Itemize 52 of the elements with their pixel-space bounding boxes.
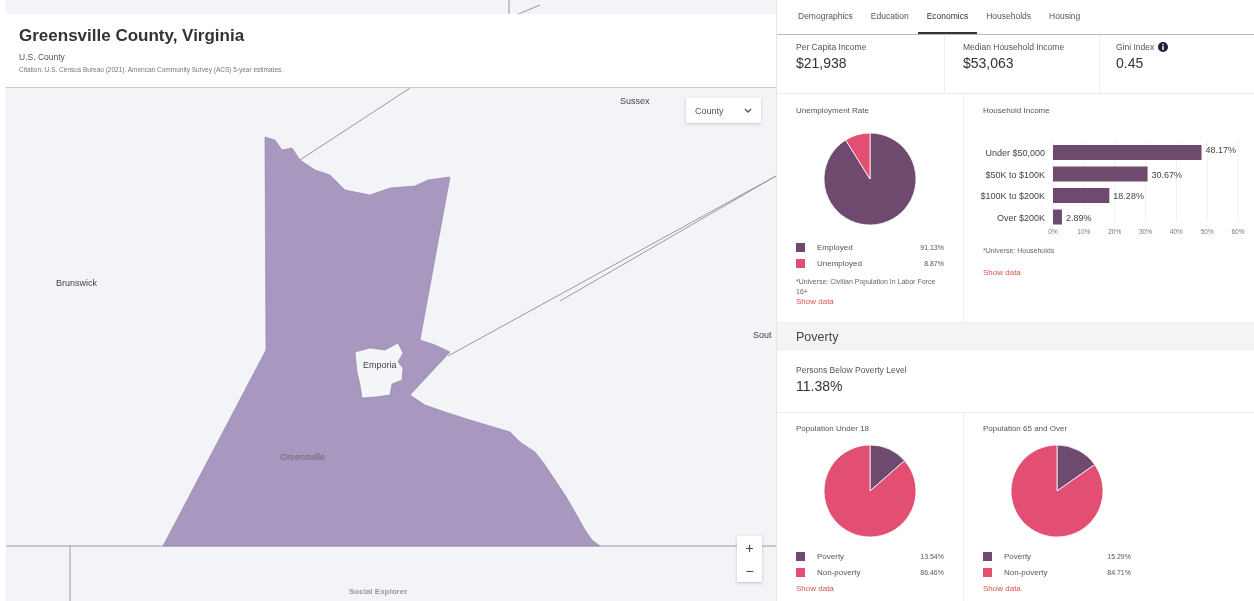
tab[interactable]: Housing [1040,0,1090,34]
zoom-in-button[interactable]: + [737,536,762,559]
map-label: Sussex [620,96,650,106]
bar-value: 18.28% [1113,191,1144,201]
geography-dropdown[interactable]: County [686,98,761,123]
stat-label: Median Household Income [963,42,1065,52]
bar-label: Over $200K [996,212,1045,223]
show-data-link[interactable]: Show data [796,584,834,593]
section-header: Poverty [777,323,1254,351]
stat-label: Persons Below Poverty Level [796,365,907,375]
tab[interactable]: Education [861,0,918,34]
bar-label: $100K to $200K [980,191,1045,201]
map-logo: Social Explorer [349,587,408,596]
show-data-link[interactable]: Show data [983,584,1021,593]
bar-value: 48.17% [1205,145,1237,155]
stat-value: 11.38% [796,378,843,394]
info-icon[interactable] [1158,42,1169,52]
bar-value: 2.89% [1065,212,1092,223]
legend-label: Poverty [817,552,846,561]
bar [1053,209,1062,225]
zoom-out-button[interactable]: − [737,559,762,582]
tab[interactable]: Demographics [789,0,862,34]
map-label: Sout [753,330,772,340]
bar-label: Under $50,000 [985,148,1045,158]
bar-label: $50K to $100K [985,169,1045,180]
bar [1053,188,1110,203]
map-label: Brunswick [56,278,97,288]
city-shape [354,342,404,399]
legend-label: Non-poverty [1004,568,1049,577]
show-data-link[interactable]: Show data [796,297,834,307]
page-title: Greensville County, Virginia [19,26,245,46]
chart-title: Unemployment Rate [796,106,869,115]
chart-title: Household Income [983,106,1050,115]
legend-label: Poverty [1004,552,1033,561]
chart-title: Population 65 and Over [983,424,1068,433]
bar-value: 30.67% [1151,169,1183,180]
stat-label: Per Capita Income [796,42,867,52]
stat-value: $53,063 [963,55,1014,71]
tab[interactable]: Households [977,0,1041,34]
legend-label: Unemployed [817,259,863,268]
subtitle: U.S. County [19,52,65,62]
show-data-link[interactable]: Show data [983,268,1021,278]
chart-title: Population Under 18 [796,424,869,433]
tab[interactable]: Economics [917,0,978,34]
stat-label: Gini Index [1116,42,1155,52]
map-label: Emporia [363,360,397,370]
stat-value: 0.45 [1116,55,1144,71]
map-label: Greensville [280,452,326,462]
stat-value: $21,938 [796,55,847,71]
chevron-down-icon [744,107,752,114]
legend-label: Employed [817,243,854,252]
legend-label: Non-poverty [817,568,862,577]
